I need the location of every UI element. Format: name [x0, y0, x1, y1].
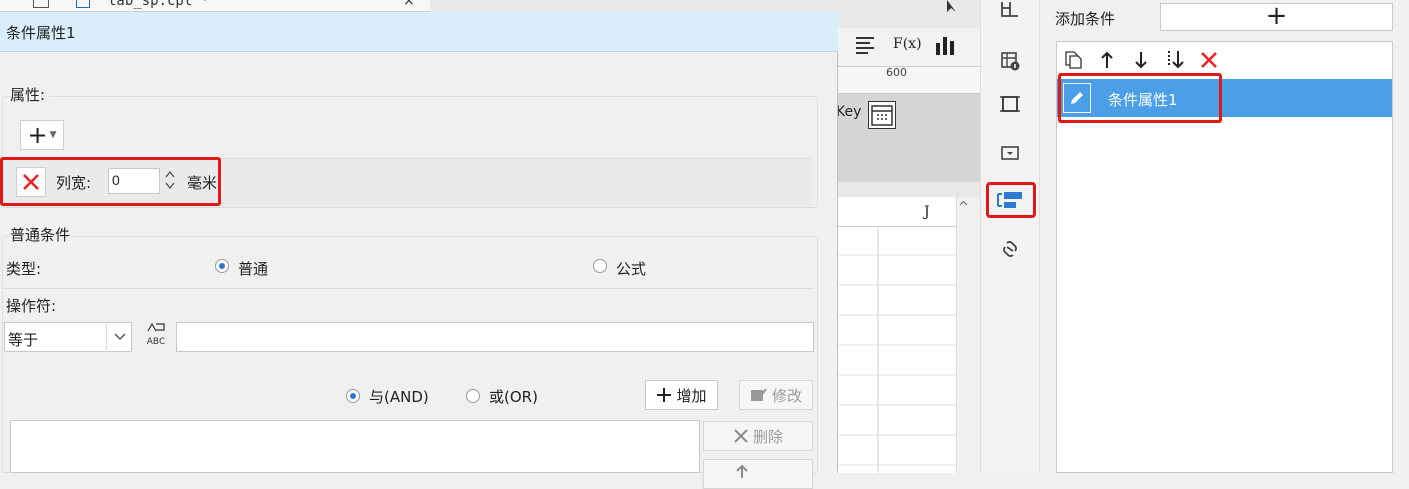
modify-button-label: 修改	[771, 386, 802, 405]
logic-and-radio[interactable]	[346, 389, 360, 403]
logic-and-label[interactable]: 与(AND)	[369, 386, 429, 407]
widget-dropdown-icon[interactable]	[993, 136, 1027, 170]
type-label: 类型:	[6, 260, 42, 278]
logic-or-label[interactable]: 或(OR)	[489, 386, 538, 407]
chevron-down-icon[interactable]	[106, 322, 132, 352]
tab-close-icon[interactable]: ×	[403, 0, 415, 9]
vertical-scrollbar[interactable]	[956, 197, 980, 473]
plus-icon: +	[27, 121, 48, 149]
highlight-box-condition	[1058, 73, 1222, 123]
hyperlink-icon[interactable]	[993, 232, 1027, 266]
delete-button[interactable]: 删除	[703, 421, 813, 451]
template-file-icon	[76, 0, 90, 8]
highlight-box-attribute	[0, 157, 221, 206]
chevron-down-icon: ▼	[49, 130, 57, 140]
move-up-button[interactable]	[703, 459, 813, 489]
arrow-up-icon	[736, 464, 748, 478]
align-icon[interactable]	[853, 33, 877, 57]
copy-icon[interactable]	[1062, 48, 1084, 72]
key-label: Key	[836, 104, 862, 120]
move-bottom-icon[interactable]	[1164, 48, 1186, 72]
abc-icon-text: ABC	[146, 337, 166, 347]
spreadsheet-grid[interactable]	[838, 197, 956, 473]
chart-icon[interactable]	[933, 34, 957, 58]
operator-select-value[interactable]: 等于	[8, 329, 38, 350]
cursor-pointer-icon	[944, 0, 964, 14]
ruler-number: 600	[886, 66, 907, 79]
editor-tab-bar	[0, 0, 430, 12]
normal-condition-label: 普通条件	[10, 224, 75, 245]
add-button[interactable]: 增加	[645, 380, 718, 410]
type-normal-radio[interactable]	[215, 259, 229, 273]
modify-button[interactable]: 修改	[739, 380, 813, 410]
condition-list-toolbar	[1062, 46, 1220, 74]
formula-icon[interactable]: F(x)	[893, 36, 922, 52]
type-formula-radio[interactable]	[593, 259, 607, 273]
border-icon[interactable]	[993, 87, 1027, 121]
logic-or-radio[interactable]	[466, 389, 480, 403]
add-condition-button[interactable]: +	[1160, 3, 1393, 31]
delete-condition-icon[interactable]	[1198, 48, 1220, 72]
operator-label: 操作符:	[6, 297, 57, 315]
cell-element-icon[interactable]	[993, 0, 1027, 26]
move-down-icon[interactable]	[1130, 48, 1152, 72]
attribute-group-label: 属性:	[10, 84, 50, 105]
type-formula-label[interactable]: 公式	[616, 258, 646, 279]
type-normal-label[interactable]: 普通	[238, 258, 268, 279]
column-j-header[interactable]: J	[924, 204, 930, 220]
operator-value-input[interactable]	[176, 322, 814, 352]
column-header	[838, 197, 956, 227]
dialog-title: 条件属性1	[6, 24, 76, 42]
calendar-icon[interactable]	[868, 101, 896, 129]
add-button-label: 增加	[676, 386, 707, 405]
divider	[4, 288, 814, 289]
modify-icon	[750, 388, 767, 401]
plus-icon	[657, 388, 672, 402]
delete-button-label: 删除	[752, 427, 783, 446]
scroll-up-icon[interactable]: ^	[958, 200, 969, 215]
cell-attribute-icon[interactable]	[993, 44, 1027, 78]
value-type-icon[interactable]: ABC	[140, 321, 172, 351]
close-icon	[734, 429, 748, 443]
add-attribute-button[interactable]: + ▼	[20, 120, 64, 150]
move-up-icon[interactable]	[1096, 48, 1118, 72]
ruler	[838, 66, 980, 94]
dialog-title-bar	[0, 12, 838, 52]
highlight-box-iconbar	[986, 182, 1036, 218]
editor-tab-title[interactable]: tab_sp.cpt *	[108, 0, 209, 9]
condition-list-textarea[interactable]	[10, 420, 700, 473]
grid-icon	[33, 0, 49, 8]
add-condition-label: 添加条件	[1055, 10, 1116, 28]
